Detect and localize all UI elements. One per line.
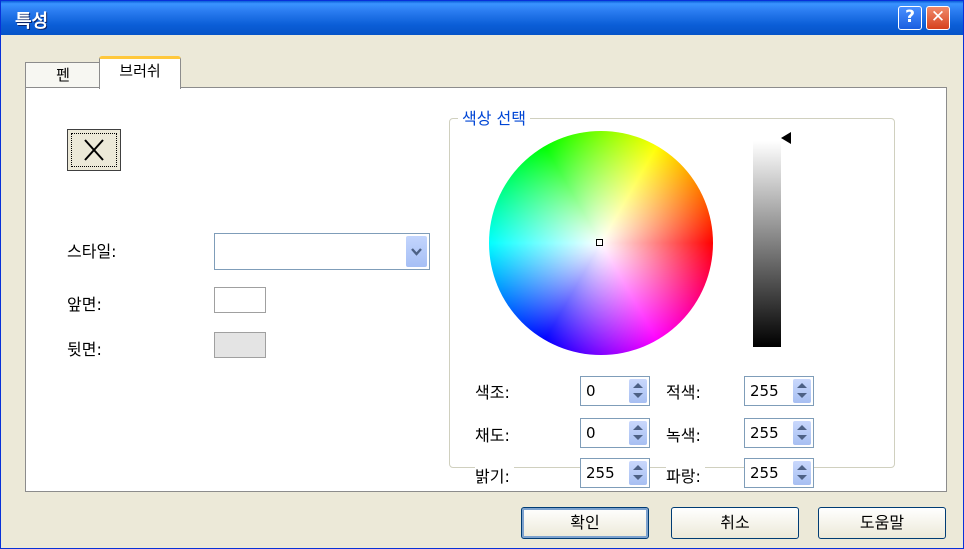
- spin-down-icon[interactable]: [797, 435, 807, 440]
- hue-label: 색조:: [475, 383, 510, 402]
- brightness-value[interactable]: 255: [586, 464, 615, 482]
- spin-up-icon[interactable]: [797, 383, 807, 388]
- brightness-label: 밝기:: [475, 463, 514, 487]
- hue-spinner[interactable]: 0: [580, 376, 650, 406]
- front-label: 앞면:: [67, 295, 102, 314]
- brightness-slider-arrow-icon[interactable]: [781, 132, 791, 144]
- spin-up-icon[interactable]: [797, 425, 807, 430]
- spin-down-icon[interactable]: [797, 475, 807, 480]
- x-icon: [84, 139, 104, 161]
- green-spin-buttons[interactable]: [793, 421, 811, 445]
- red-value[interactable]: 255: [750, 382, 779, 400]
- red-spin-buttons[interactable]: [793, 379, 811, 403]
- saturation-spinner[interactable]: 0: [580, 418, 650, 448]
- back-color-swatch[interactable]: [214, 332, 266, 358]
- brightness-spin-buttons[interactable]: [629, 461, 647, 485]
- title-bar[interactable]: 특성 ? ✕: [1, 1, 963, 35]
- brightness-spinner[interactable]: 255: [580, 458, 650, 488]
- help-dialog-button[interactable]: 도움말: [818, 507, 946, 539]
- focus-rect: [71, 133, 117, 167]
- no-brush-button[interactable]: [67, 129, 121, 171]
- spin-down-icon[interactable]: [633, 475, 643, 480]
- close-icon: ✕: [930, 7, 946, 27]
- tab-pen[interactable]: 펜: [25, 62, 101, 88]
- spin-down-icon[interactable]: [797, 393, 807, 398]
- red-label: 적색:: [666, 383, 701, 402]
- color-wheel-marker[interactable]: [596, 239, 603, 246]
- spin-up-icon[interactable]: [633, 425, 643, 430]
- ok-button[interactable]: 확인: [521, 507, 649, 539]
- spin-up-icon[interactable]: [797, 465, 807, 470]
- color-select-title: 색상 선택: [458, 105, 530, 129]
- spin-down-icon[interactable]: [633, 435, 643, 440]
- chevron-down-icon[interactable]: [406, 236, 427, 267]
- green-value[interactable]: 255: [750, 424, 779, 442]
- hue-value[interactable]: 0: [586, 382, 596, 400]
- saturation-label: 채도:: [475, 426, 510, 445]
- close-button[interactable]: ✕: [926, 6, 950, 30]
- front-color-swatch[interactable]: [214, 287, 266, 313]
- cancel-button[interactable]: 취소: [671, 507, 799, 539]
- help-icon: ?: [905, 7, 915, 27]
- help-button[interactable]: ?: [898, 6, 922, 30]
- blue-value[interactable]: 255: [750, 464, 779, 482]
- spin-down-icon[interactable]: [633, 393, 643, 398]
- tab-brush[interactable]: 브러쉬: [99, 56, 181, 89]
- style-select[interactable]: [214, 233, 430, 270]
- blue-spinner[interactable]: 255: [744, 458, 814, 488]
- blue-spin-buttons[interactable]: [793, 461, 811, 485]
- saturation-spin-buttons[interactable]: [629, 421, 647, 445]
- style-label: 스타일:: [67, 242, 117, 261]
- hue-spin-buttons[interactable]: [629, 379, 647, 403]
- blue-label: 파랑:: [666, 463, 705, 487]
- green-spinner[interactable]: 255: [744, 418, 814, 448]
- saturation-value[interactable]: 0: [586, 424, 596, 442]
- red-spinner[interactable]: 255: [744, 376, 814, 406]
- green-label: 녹색:: [666, 426, 701, 445]
- spin-up-icon[interactable]: [633, 383, 643, 388]
- back-label: 뒷면:: [67, 340, 102, 359]
- properties-dialog: 특성 ? ✕ 펜 브러쉬 스타일: 앞면: 뒷면: 색상 선택 색조: 0 적색…: [0, 0, 964, 549]
- spin-up-icon[interactable]: [633, 465, 643, 470]
- brightness-slider[interactable]: [753, 141, 781, 347]
- window-title: 특성: [15, 11, 49, 32]
